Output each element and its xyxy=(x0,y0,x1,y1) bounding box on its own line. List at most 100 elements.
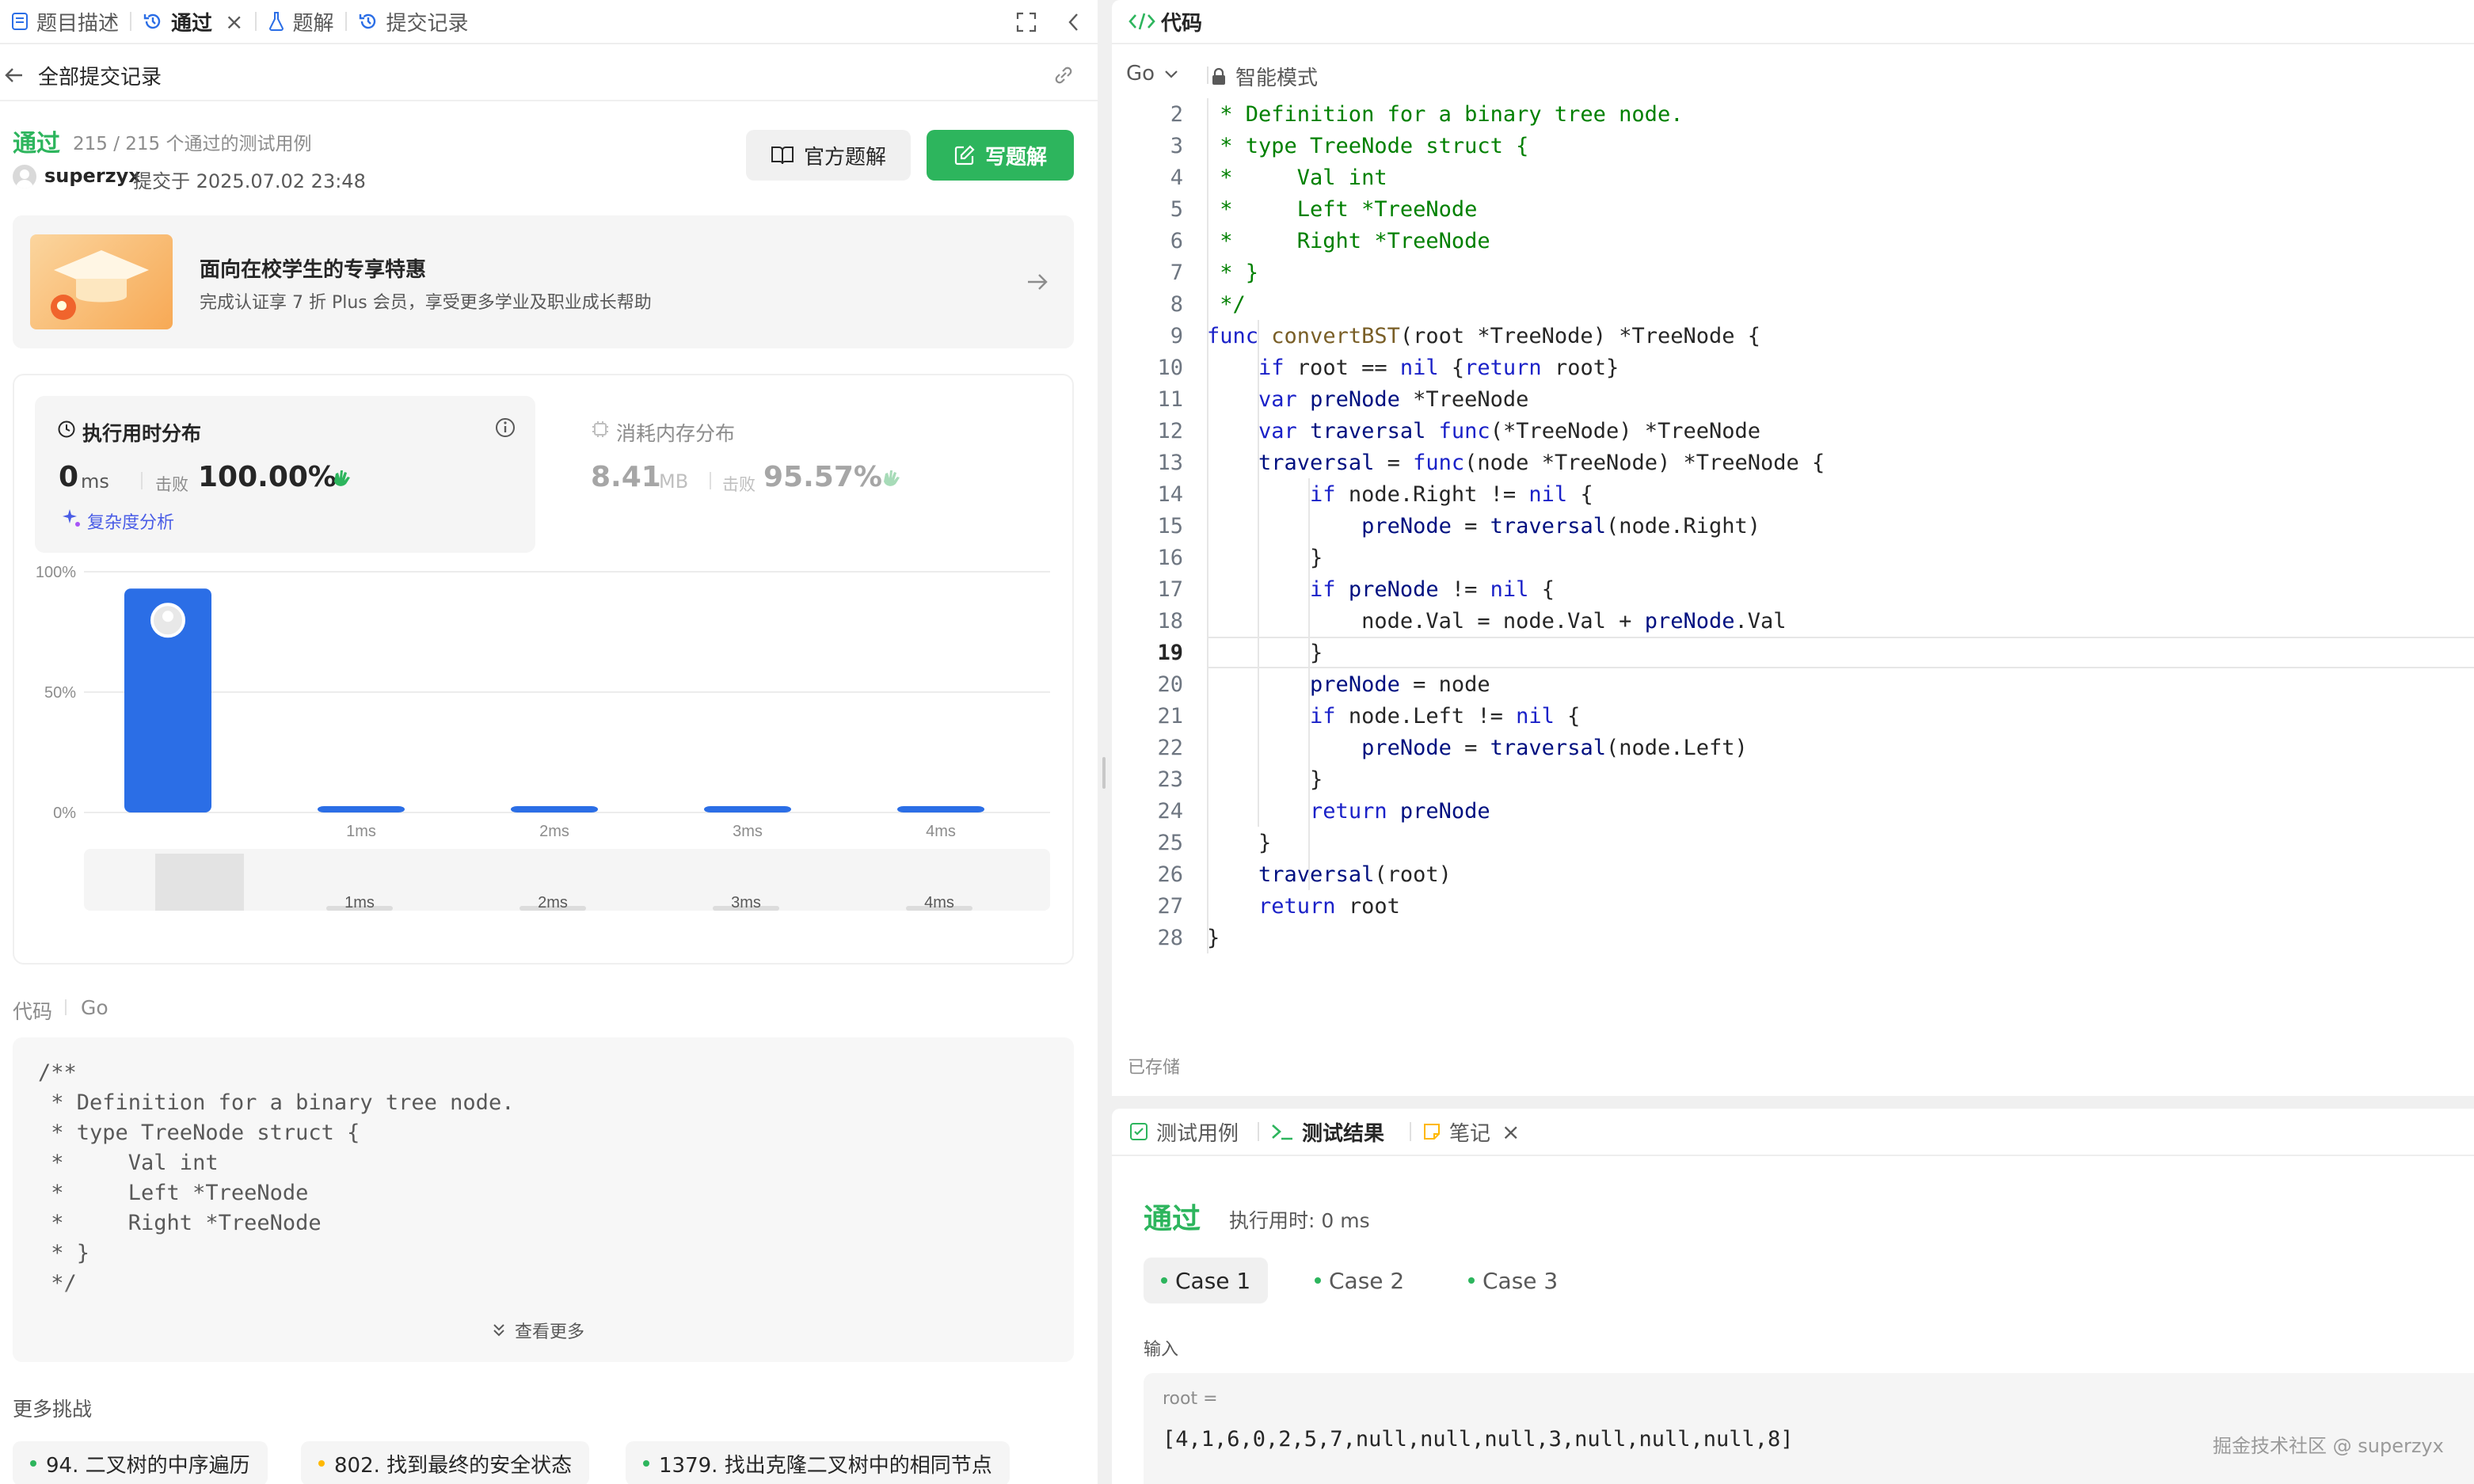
write-solution-button[interactable]: 写题解 xyxy=(927,130,1074,181)
line-text: node.Val = node.Val + preNode.Val xyxy=(1207,608,1787,634)
bar xyxy=(897,806,984,812)
info-icon[interactable] xyxy=(494,417,516,439)
navigator-label: 2ms xyxy=(538,894,568,911)
back-label[interactable]: 全部提交记录 xyxy=(38,61,162,90)
clap-icon xyxy=(329,466,353,489)
code-line[interactable]: 19 } xyxy=(1112,637,2474,668)
case-tab-1[interactable]: Case 1 xyxy=(1144,1258,1269,1303)
challenge-chip[interactable]: 802. 找到最终的安全状态 xyxy=(301,1441,590,1484)
code-line[interactable]: 20 preNode = node xyxy=(1112,668,2474,700)
tab-notes[interactable]: 笔记 × xyxy=(1422,1117,1520,1147)
input-label: 输入 xyxy=(1144,1340,1179,1360)
case-tab-3[interactable]: Case 3 xyxy=(1451,1258,1575,1303)
challenge-chip[interactable]: 94. 二叉树的中序遍历 xyxy=(13,1441,268,1484)
code-line[interactable]: 5 * Left *TreeNode xyxy=(1112,193,2474,225)
code-line[interactable]: 24 return preNode xyxy=(1112,795,2474,827)
code-line[interactable]: 26 traversal(root) xyxy=(1112,858,2474,890)
case-tab-2[interactable]: Case 2 xyxy=(1297,1258,1422,1303)
panel-resize-handle[interactable] xyxy=(1102,757,1106,789)
smart-mode-toggle[interactable]: 智能模式 xyxy=(1210,62,1318,91)
maximize-icon[interactable] xyxy=(1015,11,1037,33)
link-icon[interactable] xyxy=(1052,63,1075,87)
tab-accepted-label: 通过 xyxy=(171,11,213,36)
code-line[interactable]: 6 * Right *TreeNode xyxy=(1112,225,2474,257)
code-line[interactable]: 2 * Definition for a binary tree node. xyxy=(1112,98,2474,130)
avatar-head xyxy=(162,611,173,622)
code-line[interactable]: 23 } xyxy=(1112,763,2474,795)
promo-title: 面向在校学生的专享特惠 xyxy=(200,258,427,282)
case-label: Case 2 xyxy=(1329,1267,1405,1294)
view-more-button[interactable]: 查看更多 xyxy=(489,1318,584,1343)
line-text: var preNode *TreeNode xyxy=(1258,386,1529,412)
code-line[interactable]: 22 preNode = traversal(node.Left) xyxy=(1112,732,2474,763)
code-line[interactable]: 16 } xyxy=(1112,542,2474,573)
line-text: } xyxy=(1207,545,1323,570)
code-line[interactable]: 3 * type TreeNode struct { xyxy=(1112,130,2474,162)
tab-notes-label: 笔记 xyxy=(1449,1121,1491,1146)
code-line[interactable]: 25 } xyxy=(1112,827,2474,858)
code-line[interactable]: 14 if node.Right != nil { xyxy=(1112,478,2474,510)
code-line[interactable]: 17 if preNode != nil { xyxy=(1112,573,2474,605)
username[interactable]: superzyx xyxy=(44,165,141,187)
language-select[interactable]: Go xyxy=(1126,62,1180,86)
tab-accepted[interactable]: 通过 × xyxy=(131,0,254,44)
runtime-card[interactable]: 执行用时分布 0 ms 击败 100.00% 复杂度分析 xyxy=(35,396,535,553)
line-text: * Definition for a binary tree node. xyxy=(1207,101,1684,127)
code-line[interactable]: 12 var traversal func(*TreeNode) *TreeNo… xyxy=(1112,415,2474,447)
collapse-icon[interactable] xyxy=(1063,11,1085,33)
line-text: } xyxy=(1207,767,1323,792)
line-text: if root == nil {return root} xyxy=(1258,355,1620,380)
code-line[interactable]: 28} xyxy=(1112,922,2474,953)
line-text: traversal = func(node *TreeNode) *TreeNo… xyxy=(1258,450,1825,475)
tab-description[interactable]: 题目描述 xyxy=(0,0,130,44)
code-line[interactable]: 8 */ xyxy=(1112,288,2474,320)
memory-card[interactable]: 消耗内存分布 8.41 MB 击败 95.57% xyxy=(561,396,1036,553)
arrow-right-icon[interactable] xyxy=(1025,269,1050,295)
tab-solutions[interactable]: 题解 xyxy=(257,0,345,44)
tab-test-result[interactable]: 测试结果 xyxy=(1270,1117,1384,1147)
memory-beats-label: 击败 xyxy=(722,475,756,494)
code-line[interactable]: 7 * } xyxy=(1112,257,2474,288)
code-line[interactable]: 18 node.Val = node.Val + preNode.Val xyxy=(1112,605,2474,637)
complexity-analysis-link[interactable]: 复杂度分析 xyxy=(87,508,174,534)
code-line[interactable]: 21 if node.Left != nil { xyxy=(1112,700,2474,732)
code-preview-lines: /** * Definition for a binary tree node.… xyxy=(38,1058,514,1299)
code-line[interactable]: 15 preNode = traversal(node.Right) xyxy=(1112,510,2474,542)
sparkle-icon xyxy=(60,507,82,529)
challenge-label: 94. 二叉树的中序遍历 xyxy=(46,1453,250,1478)
code-preview-line: * Right *TreeNode xyxy=(38,1211,322,1235)
line-text: */ xyxy=(1207,291,1246,317)
line-text: } xyxy=(1207,925,1220,950)
navigator-label: 4ms xyxy=(924,894,954,911)
line-text: * type TreeNode struct { xyxy=(1207,133,1529,158)
clap-icon xyxy=(879,466,903,489)
code-line[interactable]: 10 if root == nil {return root} xyxy=(1112,352,2474,383)
left-tab-bar: 题目描述 通过 × 题解 提交记录 xyxy=(0,0,1098,44)
student-promo-banner[interactable]: 面向在校学生的专享特惠 完成认证享 7 折 Plus 会员，享受更多学业及职业成… xyxy=(13,215,1074,348)
x-tick-label: 3ms xyxy=(733,823,763,840)
line-number: 13 xyxy=(1157,450,1183,475)
code-line[interactable]: 27 return root xyxy=(1112,890,2474,922)
navigator-label: 3ms xyxy=(731,894,761,911)
code-line[interactable]: 11 var preNode *TreeNode xyxy=(1112,383,2474,415)
close-icon[interactable]: × xyxy=(225,9,243,35)
code-icon xyxy=(1128,10,1156,32)
code-line[interactable]: 13 traversal = func(node *TreeNode) *Tre… xyxy=(1112,447,2474,478)
tab-submissions[interactable]: 提交记录 xyxy=(347,0,480,44)
input-box: root = [4,1,6,0,2,5,7,null,null,null,3,n… xyxy=(1144,1373,2474,1484)
code-line[interactable]: 4 * Val int xyxy=(1112,162,2474,193)
tab-testcases[interactable]: 测试用例 xyxy=(1129,1117,1239,1147)
line-number: 12 xyxy=(1157,418,1183,443)
input-var-value[interactable]: [4,1,6,0,2,5,7,null,null,null,3,null,nul… xyxy=(1163,1427,1794,1452)
back-bar[interactable]: 全部提交记录 xyxy=(0,51,1098,101)
arrow-left-icon[interactable] xyxy=(3,64,25,86)
chevrons-down-icon xyxy=(489,1321,508,1340)
code-editor[interactable]: 2 * Definition for a binary tree node. 3 … xyxy=(1112,98,2474,953)
close-icon[interactable]: × xyxy=(1502,1119,1520,1145)
official-solution-button[interactable]: 官方题解 xyxy=(746,130,911,181)
flask-icon xyxy=(268,11,285,32)
chart-svg: 100% 50% 0% 1ms 2ms 3ms 4ms 1ms 2ms 3ms 4ms xyxy=(36,564,1050,911)
code-line[interactable]: 9 func convertBST(root *TreeNode) *TreeNo… xyxy=(1112,320,2474,352)
input-var-name: root = xyxy=(1163,1389,1218,1409)
challenge-chip[interactable]: 1379. 找出克隆二叉树中的相同节点 xyxy=(626,1441,1010,1484)
